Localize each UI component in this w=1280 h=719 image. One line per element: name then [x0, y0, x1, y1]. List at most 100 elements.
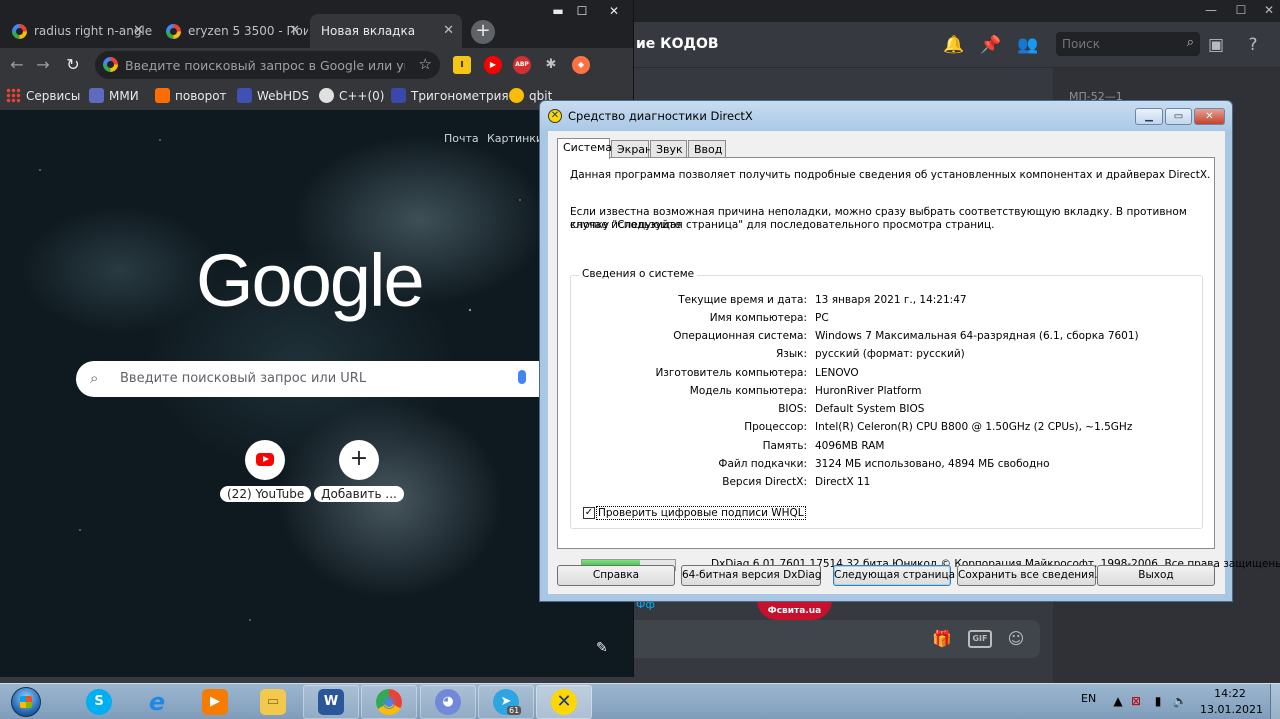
dxdiag64-button[interactable]: 64-битная версия DxDiag	[681, 565, 821, 586]
customize-pencil-icon[interactable]: ✎	[596, 640, 608, 656]
media-player-taskbar[interactable]: ▶	[187, 685, 243, 719]
help-button[interactable]: Справка	[557, 565, 675, 586]
bookmark-star-icon[interactable]: ☆	[419, 55, 432, 73]
media-player-icon: ▶	[202, 689, 228, 715]
clock-time[interactable]: 14:22	[1200, 687, 1260, 700]
dxdiag-maximize-button[interactable]: ▭	[1165, 108, 1192, 125]
save-all-button[interactable]: Сохранить все сведения...	[957, 565, 1104, 586]
close-icon[interactable]: ✕	[133, 14, 144, 48]
tab-new-tab[interactable]: Новая вкладка ✕	[310, 14, 462, 48]
discord-titlebar: — ☐ ✕	[634, 0, 1280, 22]
reload-button[interactable]: ↻	[62, 54, 84, 76]
close-icon[interactable]: ✕	[289, 14, 300, 48]
dxdiag-close-button[interactable]: ✕	[1194, 108, 1225, 125]
puzzle-extension-icon[interactable]: ✱	[542, 56, 560, 74]
l-extension-icon[interactable]: l	[453, 56, 471, 74]
battery-icon[interactable]: ▮	[1150, 693, 1166, 709]
shortcut-add[interactable]: + Добавить ...	[314, 440, 404, 502]
inbox-icon[interactable]: ▣	[1204, 33, 1228, 57]
discord-minimize-button[interactable]: —	[1194, 0, 1228, 22]
tab-display[interactable]: Экран	[611, 140, 652, 158]
discord-close-button[interactable]: ✕	[1252, 0, 1280, 22]
tab-radius[interactable]: radius right n-angle... ✕	[2, 14, 152, 48]
gmail-link[interactable]: Почта	[444, 132, 479, 145]
whql-checkbox-label[interactable]: Проверить цифровые подписи WHQL	[596, 506, 806, 520]
new-tab-button[interactable]: +	[471, 20, 495, 44]
whql-checkbox[interactable]: ✓	[583, 507, 595, 519]
clock-date[interactable]: 13.01.2021	[1200, 703, 1263, 716]
taskbar: S e ▶ ▭ W ◉ ◕ ➤ 61 ✕ EN ▲ ⊠ ▮ 🔈 14:22 13…	[0, 683, 1280, 719]
exit-button[interactable]: Выход	[1097, 565, 1215, 586]
search-icon: ⌕	[90, 369, 99, 387]
bookmark-trigonometry[interactable]: Тригонометрия	[391, 87, 509, 105]
bookmark-povorot[interactable]: поворот	[155, 87, 227, 105]
dxdiag-minimize-button[interactable]: ▁	[1135, 108, 1163, 125]
window-title: Средство диагностики DirectX	[568, 109, 753, 123]
bookmark-cpp[interactable]: C++(0)	[319, 87, 385, 105]
trigonometry-icon	[391, 88, 406, 103]
tab-system[interactable]: Система	[557, 138, 612, 159]
word-taskbar[interactable]: W	[303, 685, 359, 719]
info-label: Память:	[762, 440, 807, 452]
info-label: Файл подкачки:	[718, 458, 807, 470]
ie-taskbar[interactable]: e	[129, 685, 185, 719]
shortcut-label: Добавить ...	[314, 486, 404, 502]
pin-icon[interactable]: 📌	[979, 33, 1003, 57]
telegram-taskbar[interactable]: ➤ 61	[478, 685, 534, 719]
fox-extension-icon[interactable]: ◆	[572, 56, 590, 74]
members-icon[interactable]: 👥	[1016, 33, 1040, 57]
volume-icon[interactable]: 🔈	[1172, 693, 1188, 709]
google-icon	[103, 57, 118, 72]
info-row-datetime: Текущие время и дата: 13 января 2021 г.,…	[571, 294, 1204, 308]
youtube-extension-icon[interactable]: ▶	[484, 56, 502, 74]
shortcut-youtube[interactable]: (22) YouTube	[220, 440, 312, 502]
images-link[interactable]: Картинки	[487, 132, 543, 145]
help-icon[interactable]: ?	[1241, 33, 1265, 57]
next-page-button[interactable]: Следующая страница	[833, 565, 955, 586]
info-value: Windows 7 Максимальная 64-разрядная (6.1…	[815, 330, 1139, 342]
tray-expand-icon[interactable]: ▲	[1110, 693, 1126, 709]
ntp-search-input[interactable]: ⌕ Введите поисковый запрос или URL	[76, 361, 546, 397]
emoji-icon[interactable]: ☺	[1004, 628, 1028, 650]
mmi-icon	[89, 88, 104, 103]
gift-icon[interactable]: 🎁	[930, 628, 954, 650]
network-error-icon[interactable]: ⊠	[1128, 693, 1144, 709]
bookmark-mmi[interactable]: ММИ	[89, 87, 139, 105]
discord-taskbar[interactable]: ◕	[420, 685, 476, 719]
info-value: Intel(R) Celeron(R) CPU B800 @ 1.50GHz (…	[815, 421, 1133, 433]
dxdiag-titlebar[interactable]: ✕ Средство диагностики DirectX ▁ ▭ ✕	[540, 101, 1232, 131]
explorer-taskbar[interactable]: ▭	[245, 685, 301, 719]
tab-input[interactable]: Ввод	[688, 140, 726, 158]
message-embed-image[interactable]: Фсвита.ua	[757, 600, 832, 620]
microphone-icon[interactable]	[518, 370, 526, 384]
bookmark-label: Сервисы	[26, 89, 81, 103]
close-icon[interactable]: ✕	[443, 14, 454, 48]
chrome-close-button[interactable]: ✕	[600, 2, 628, 20]
chrome-taskbar[interactable]: ◉	[361, 685, 417, 719]
youtube-icon	[256, 453, 274, 466]
discord-search-input[interactable]: Поиск ⌕	[1056, 32, 1200, 56]
info-value: PC	[815, 312, 829, 324]
gif-icon[interactable]: GIF	[968, 630, 992, 648]
back-button[interactable]: ←	[6, 54, 28, 76]
system-tray: EN ▲ ⊠ ▮ 🔈 14:22 13.01.2021	[1070, 684, 1280, 719]
bookmark-webhds[interactable]: WebHDS	[237, 87, 309, 105]
chrome-maximize-button[interactable]: ☐	[568, 2, 596, 20]
tab-ryzen[interactable]: eryzen 5 3500 - Пои... ✕	[156, 14, 308, 48]
forward-button[interactable]: →	[32, 54, 54, 76]
chat-input[interactable]: 🎁 GIF ☺	[634, 620, 1040, 658]
group-title: Сведения о системе	[579, 268, 698, 280]
bookmark-services[interactable]: Сервисы	[6, 87, 80, 105]
dxdiag-body: Система Экран Звук Ввод Данная программа…	[548, 131, 1280, 594]
dxdiag-taskbar[interactable]: ✕	[536, 685, 592, 719]
start-button[interactable]	[3, 684, 47, 719]
adblock-extension-icon[interactable]: ABP	[513, 56, 531, 74]
omnibox[interactable]: Введите поисковый запрос в Google или ук…	[95, 51, 440, 79]
telegram-unread-badge: 61	[507, 706, 522, 715]
bell-icon[interactable]: 🔔	[942, 33, 966, 57]
show-desktop-button[interactable]	[1270, 684, 1280, 719]
info-row-os: Операционная система: Windows 7 Максимал…	[571, 330, 1204, 344]
language-indicator[interactable]: EN	[1081, 692, 1096, 705]
tab-sound[interactable]: Звук	[650, 140, 687, 158]
skype-taskbar[interactable]: S	[71, 685, 127, 719]
